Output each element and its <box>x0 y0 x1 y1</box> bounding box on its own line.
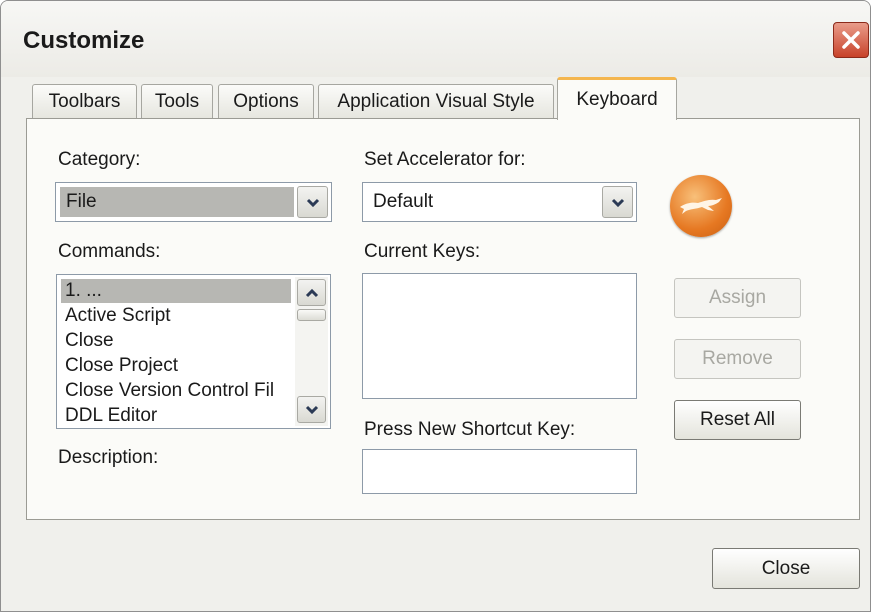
commands-listbox[interactable]: 1. ... Active Script Close Close Project… <box>56 274 331 429</box>
description-label: Description: <box>58 447 159 468</box>
tab-tools[interactable]: Tools <box>141 84 213 118</box>
close-button[interactable]: Close <box>712 548 860 589</box>
list-item[interactable]: 1. ... <box>61 279 291 303</box>
title-bar: Customize <box>1 1 870 77</box>
window-close-button[interactable] <box>833 22 869 58</box>
accelerator-select[interactable]: Default <box>362 182 637 222</box>
tab-toolbars[interactable]: Toolbars <box>32 84 137 118</box>
customize-dialog: Customize Toolbars Tools Options Applica… <box>0 0 871 612</box>
tab-application-visual-style[interactable]: Application Visual Style <box>318 84 554 118</box>
list-item[interactable]: Close Project <box>61 354 291 378</box>
category-select[interactable]: File <box>55 182 332 222</box>
list-item[interactable]: DDL Editor <box>61 404 291 428</box>
scroll-thumb[interactable] <box>297 309 326 321</box>
category-value: File <box>60 187 294 217</box>
chevron-down-icon <box>611 198 625 208</box>
current-keys-label: Current Keys: <box>364 241 481 262</box>
window-title: Customize <box>23 27 145 54</box>
accelerator-label: Set Accelerator for: <box>364 149 526 170</box>
greyhound-logo-icon <box>670 175 732 237</box>
shortcut-key-input[interactable] <box>362 449 637 494</box>
assign-button[interactable]: Assign <box>674 278 801 318</box>
chevron-down-icon <box>305 405 319 415</box>
scroll-down-button[interactable] <box>297 396 326 423</box>
list-item[interactable]: Close Version Control Fil <box>61 379 291 403</box>
commands-scrollbar[interactable] <box>295 277 328 426</box>
accelerator-dropdown-button[interactable] <box>602 186 633 218</box>
close-icon <box>842 31 860 49</box>
remove-button[interactable]: Remove <box>674 339 801 379</box>
chevron-down-icon <box>306 198 320 208</box>
reset-all-button[interactable]: Reset All <box>674 400 801 440</box>
scroll-up-button[interactable] <box>297 279 326 306</box>
tab-keyboard[interactable]: Keyboard <box>557 77 677 120</box>
tab-options[interactable]: Options <box>218 84 314 118</box>
list-item[interactable]: Active Script <box>61 304 291 328</box>
current-keys-listbox[interactable] <box>362 273 637 399</box>
category-dropdown-button[interactable] <box>297 186 328 218</box>
commands-label: Commands: <box>58 241 161 262</box>
press-shortcut-label: Press New Shortcut Key: <box>364 419 576 440</box>
list-item[interactable]: Close <box>61 329 291 353</box>
accelerator-value: Default <box>373 191 434 212</box>
chevron-up-icon <box>305 288 319 298</box>
category-label: Category: <box>58 149 141 170</box>
